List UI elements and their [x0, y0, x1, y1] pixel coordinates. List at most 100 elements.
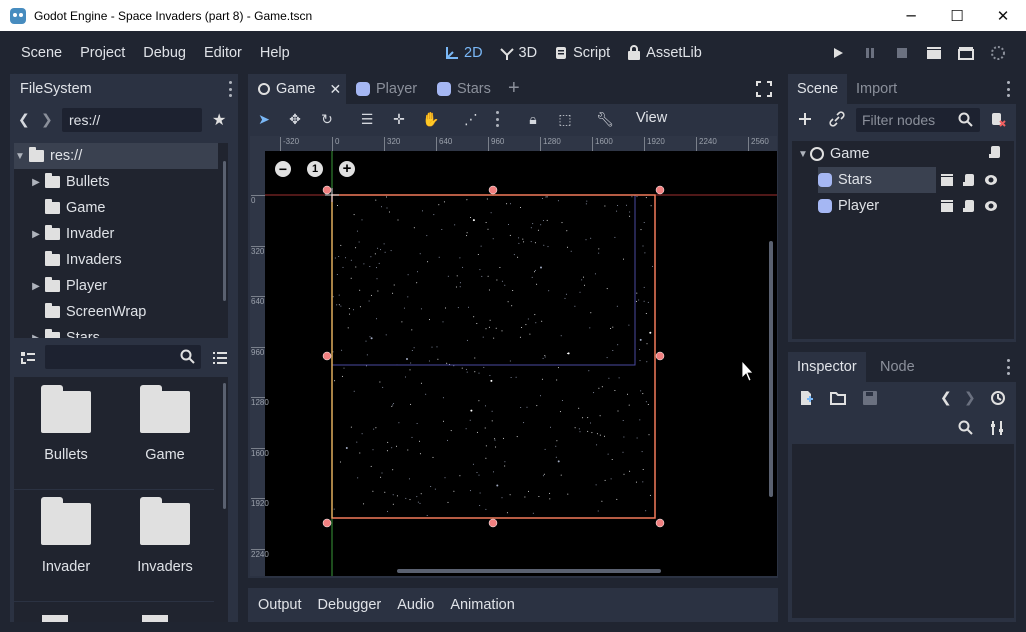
visibility-eye-icon[interactable]	[984, 173, 998, 187]
distraction-free-icon[interactable]	[756, 81, 772, 100]
tree-item-res[interactable]: ▼ res://	[14, 143, 218, 169]
tab-stars[interactable]: Stars	[437, 74, 491, 104]
forward-arrow-icon[interactable]: ❯	[41, 111, 53, 128]
tab-player[interactable]: Player	[356, 74, 417, 104]
mode-assetlib-button[interactable]: AssetLib	[618, 45, 710, 61]
grid-scrollbar[interactable]	[223, 383, 226, 509]
pause-button[interactable]	[854, 46, 886, 60]
menu-debug[interactable]: Debug	[134, 45, 195, 61]
zoom-reset-button[interactable]: 1	[307, 161, 323, 177]
scene-node-game[interactable]: ▼ Game	[796, 141, 1010, 167]
stop-button[interactable]	[886, 46, 918, 60]
lock-icon[interactable]: 🔒︎	[524, 110, 542, 128]
tab-audio[interactable]: Audio	[389, 597, 442, 613]
file-search-input[interactable]	[45, 345, 201, 369]
save-icon[interactable]	[862, 390, 878, 409]
resize-handle[interactable]	[655, 351, 665, 361]
tab-scene[interactable]: Scene	[788, 74, 848, 104]
file-grid-item-invader[interactable]: Invader	[16, 497, 116, 575]
tree-item-invaders[interactable]: Invaders	[45, 247, 228, 273]
rotate-tool-icon[interactable]: ↻	[318, 110, 336, 128]
pivot-tool-icon[interactable]: ✛	[390, 110, 408, 128]
tree-item-game[interactable]: Game	[45, 195, 228, 221]
tree-expanded-arrow-icon[interactable]: ▼	[14, 151, 26, 162]
close-window-button[interactable]: ✕	[980, 0, 1026, 31]
mode-script-button[interactable]: Script	[545, 45, 618, 61]
attached-script-icon[interactable]	[962, 199, 976, 213]
close-tab-icon[interactable]: ✕	[330, 81, 342, 98]
zoom-in-button[interactable]: +	[339, 161, 355, 177]
resize-handle[interactable]	[488, 518, 498, 528]
menu-editor[interactable]: Editor	[195, 45, 251, 61]
inspector-menu-icon[interactable]	[1007, 359, 1011, 375]
snap-options-icon[interactable]	[496, 111, 500, 127]
search-icon[interactable]	[958, 420, 973, 438]
select-tool-icon[interactable]: ➤	[255, 110, 273, 128]
minimize-button[interactable]: ─	[888, 0, 934, 31]
tab-game[interactable]: Game ✕	[248, 74, 346, 104]
instance-link-icon[interactable]	[829, 111, 845, 130]
tree-item-invader[interactable]: ▶ Invader	[30, 221, 228, 247]
group-icon[interactable]: ⬚	[556, 110, 574, 128]
tree-item-stars[interactable]: ▶ Stars	[30, 325, 228, 338]
resize-handle[interactable]	[488, 185, 498, 195]
play-scene-button[interactable]	[918, 46, 950, 60]
tab-inspector[interactable]: Inspector	[788, 352, 866, 382]
file-grid-item-game[interactable]: Game	[115, 385, 215, 463]
add-tab-icon[interactable]: +	[508, 77, 520, 100]
attached-script-icon[interactable]	[988, 145, 1002, 163]
tree-scrollbar[interactable]	[223, 161, 226, 301]
tab-debugger[interactable]: Debugger	[310, 597, 390, 613]
spinner-button[interactable]	[982, 45, 1014, 61]
tree-item-player[interactable]: ▶ Player	[30, 273, 228, 299]
play-custom-scene-button[interactable]	[950, 46, 982, 60]
snap-tool-icon[interactable]: ⋰	[462, 110, 480, 128]
list-select-icon[interactable]: ☰	[358, 110, 376, 128]
history-icon[interactable]	[990, 390, 1006, 409]
mode-3d-button[interactable]: 3D	[491, 45, 546, 61]
maximize-button[interactable]: ☐	[934, 0, 980, 31]
tab-filesystem[interactable]: FileSystem	[10, 74, 100, 104]
tree-collapsed-arrow-icon[interactable]: ▶	[30, 177, 42, 188]
history-back-icon[interactable]: ❮	[940, 389, 952, 406]
mode-2d-button[interactable]: 2D	[436, 45, 491, 61]
tab-output[interactable]: Output	[250, 597, 310, 613]
add-node-icon[interactable]	[797, 111, 813, 130]
menu-scene[interactable]: Scene	[12, 45, 71, 61]
tree-collapsed-arrow-icon[interactable]: ▶	[30, 333, 42, 339]
open-folder-icon[interactable]	[830, 390, 846, 409]
open-scene-clapper-icon[interactable]	[940, 173, 954, 187]
tab-import[interactable]: Import	[848, 74, 905, 104]
resize-handle[interactable]	[322, 185, 332, 195]
scene-dock-menu-icon[interactable]	[1007, 81, 1011, 97]
tree-expanded-arrow-icon[interactable]: ▼	[796, 149, 810, 160]
tree-collapsed-arrow-icon[interactable]: ▶	[30, 281, 42, 292]
skeleton-icon[interactable]: 🔧︎	[596, 110, 614, 128]
new-resource-icon[interactable]	[798, 390, 814, 409]
list-view-icon[interactable]	[212, 350, 228, 369]
menu-help[interactable]: Help	[251, 45, 299, 61]
menu-project[interactable]: Project	[71, 45, 134, 61]
back-arrow-icon[interactable]: ❮	[18, 111, 30, 128]
filesystem-menu-icon[interactable]	[229, 81, 233, 97]
file-grid-item-bullets[interactable]: Bullets	[16, 385, 116, 463]
history-forward-icon[interactable]: ❯	[964, 389, 976, 406]
vertical-scrollbar[interactable]	[769, 241, 773, 497]
tree-item-screenwrap[interactable]: ScreenWrap	[45, 299, 228, 325]
script-remove-icon[interactable]	[990, 111, 1006, 130]
tab-node[interactable]: Node	[872, 352, 923, 382]
play-button[interactable]	[822, 46, 854, 60]
open-scene-clapper-icon[interactable]	[940, 199, 954, 213]
visibility-eye-icon[interactable]	[984, 199, 998, 213]
tree-item-bullets[interactable]: ▶ Bullets	[30, 169, 228, 195]
resize-handle[interactable]	[655, 185, 665, 195]
scene-node-stars[interactable]: Stars	[818, 167, 936, 193]
favorite-star-icon[interactable]: ★	[212, 110, 226, 130]
move-tool-icon[interactable]: ✥	[286, 110, 304, 128]
tab-animation[interactable]: Animation	[442, 597, 522, 613]
file-grid-item-invaders[interactable]: Invaders	[115, 497, 215, 575]
zoom-out-button[interactable]: −	[275, 161, 291, 177]
horizontal-scrollbar[interactable]	[397, 569, 661, 573]
resize-handle[interactable]	[322, 351, 332, 361]
scene-node-player[interactable]: Player	[818, 193, 936, 219]
